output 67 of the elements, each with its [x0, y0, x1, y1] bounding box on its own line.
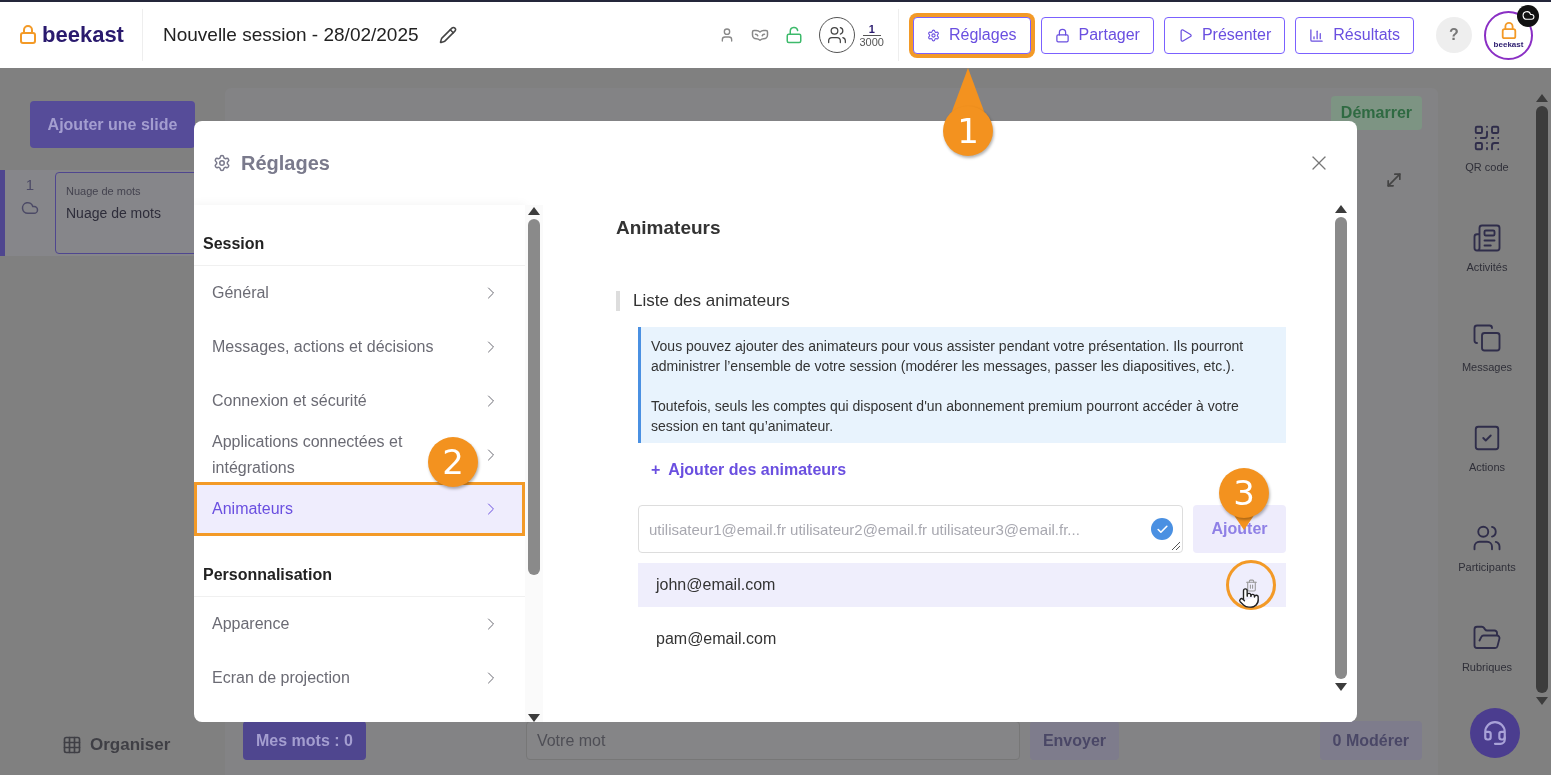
avatar-text: beekast	[1493, 39, 1524, 49]
logo-icon	[18, 25, 38, 45]
tool-button[interactable]: Messages	[1461, 323, 1513, 373]
section-heading: Animateurs	[616, 217, 722, 239]
subsection-heading: Liste des animateurs	[616, 291, 1286, 311]
messages-icon	[1472, 323, 1502, 353]
users-icon	[1472, 523, 1502, 553]
cloud-icon	[21, 199, 39, 217]
tool-button[interactable]: Actions	[1468, 423, 1506, 473]
logo-text: beekast	[42, 22, 124, 48]
nav-item[interactable]: Général	[194, 266, 525, 320]
animator-row[interactable]: pam@email.com	[638, 607, 1286, 671]
qr-code-icon	[1472, 123, 1502, 153]
expand-icon[interactable]	[1384, 170, 1404, 190]
results-button[interactable]: Résultats	[1295, 16, 1414, 54]
lock-icon	[1054, 27, 1070, 43]
avatar[interactable]: beekast	[1484, 10, 1533, 60]
nav-item[interactable]: Ecran de projection	[194, 651, 525, 705]
present-button[interactable]: Présenter	[1163, 16, 1286, 54]
dialog-title: Réglages	[241, 151, 330, 175]
slide-type: Nuage de mots	[66, 185, 142, 197]
animator-row[interactable]: john@email.com	[638, 563, 1286, 607]
scrollbar[interactable]	[1536, 106, 1548, 693]
tool-button[interactable]: Rubriques	[1461, 623, 1513, 673]
headset-icon	[1482, 720, 1508, 746]
organise-button[interactable]: Organiser	[62, 735, 171, 755]
scrollbar[interactable]	[528, 219, 540, 575]
settings-icon	[926, 28, 940, 42]
add-animators-link[interactable]: + Ajouter des animateurs	[651, 461, 847, 479]
info-text: Toutefois, seuls les comptes qui disposent d'un abonnement premium pourront accéder à votre session en tant qu’animateur.	[651, 397, 1240, 436]
notification-icon[interactable]	[1517, 4, 1539, 27]
nav-item[interactable]: Apparence	[194, 597, 525, 651]
my-words-button[interactable]: Mes mots : 0	[243, 721, 366, 760]
nav-item[interactable]: Connexion et sécurité	[194, 374, 525, 428]
checkbox-icon	[1472, 423, 1502, 453]
slide-title: Nuage de mots	[66, 205, 162, 221]
support-chat-button[interactable]	[1470, 708, 1520, 758]
session-title: Nouvelle session - 28/02/2025	[162, 24, 419, 46]
share-button[interactable]: Partager	[1040, 16, 1154, 54]
info-text: Vous pouvez ajouter des animateurs pour vous assister pendant votre présentation. Ils pourront administrer l’ensemble de votre session (modérer les messages, passer les diapositives, etc.).	[651, 337, 1245, 376]
edit-icon[interactable]	[438, 26, 457, 44]
logo-icon	[1499, 21, 1518, 40]
tool-button[interactable]: QR code	[1465, 123, 1509, 173]
email-field[interactable]: utilisateur1@email.fr utilisateur2@email.fr utilisateur3@email.fr...	[638, 505, 1183, 553]
help-button[interactable]: ?	[1436, 17, 1472, 53]
bar-chart-icon	[1309, 27, 1325, 43]
resize-grip-icon	[1171, 541, 1181, 551]
settings-icon	[213, 154, 231, 172]
scroll-down-icon[interactable]	[1335, 683, 1347, 691]
scrollbar[interactable]	[1335, 217, 1347, 679]
grid-icon	[62, 735, 82, 755]
nav-item[interactable]: Messages, actions et décisions	[194, 320, 525, 374]
nav-item[interactable]: Animateurs	[194, 482, 525, 536]
unlock-icon[interactable]	[785, 26, 804, 44]
tool-button[interactable]: Participants	[1458, 523, 1516, 573]
tool-button[interactable]: Activités	[1466, 223, 1508, 273]
play-icon	[1177, 27, 1193, 43]
animator-email: pam@email.com	[656, 630, 778, 648]
participant-count: 1	[862, 22, 881, 36]
hand-cursor-icon	[1238, 587, 1260, 609]
delete-icon[interactable]	[1245, 578, 1258, 592]
add-slide-button[interactable]: Ajouter une slide	[30, 101, 195, 148]
slide-number: 1	[25, 176, 35, 193]
participant-limit: 3000	[859, 35, 884, 48]
scroll-down-icon[interactable]	[528, 714, 540, 722]
screen-icon	[1472, 223, 1502, 253]
animator-email: john@email.com	[656, 576, 777, 594]
